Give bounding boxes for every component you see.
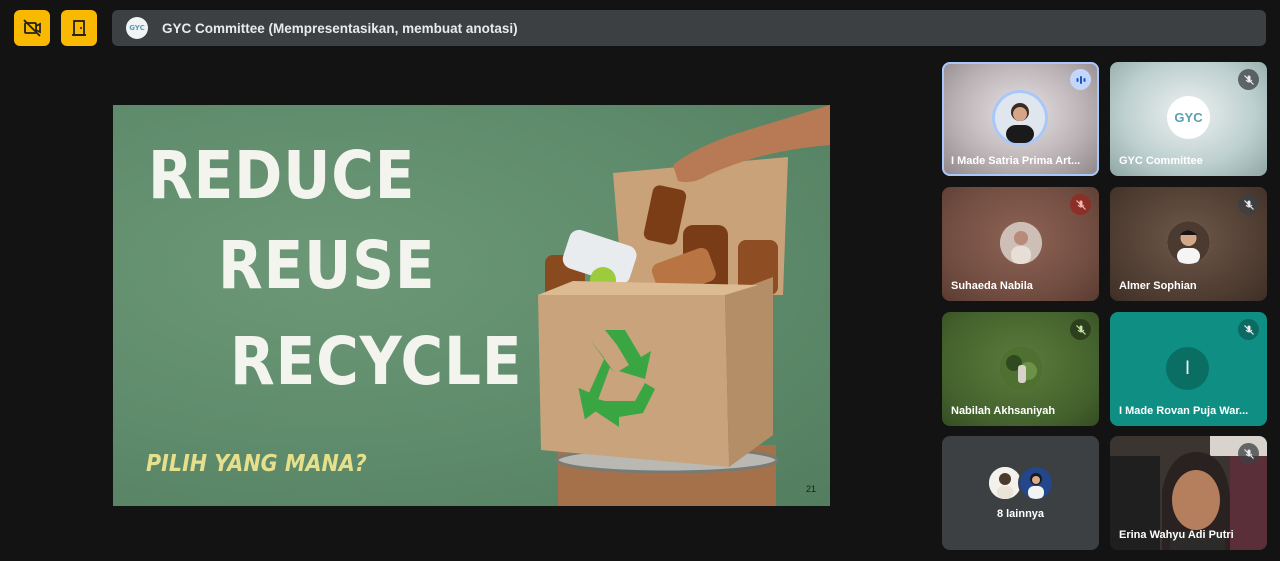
presentation-title: GYC Committee (Mempresentasikan, membuat… xyxy=(162,20,518,36)
mic-off-icon xyxy=(1243,199,1254,210)
shared-slide: REDUCE REUSE RECYCLE PILIH YANG MANA? 21 xyxy=(113,105,830,506)
muted-indicator xyxy=(1238,194,1259,215)
slide-page-number: 21 xyxy=(805,484,816,494)
audio-level-icon xyxy=(1076,75,1085,84)
participant-tile[interactable]: Erina Wahyu Adi Putri xyxy=(1110,436,1267,550)
participant-name: I Made Rovan Puja War... xyxy=(1119,405,1249,417)
others-count-label: 8 lainnya xyxy=(996,508,1045,520)
others-tile[interactable]: 8 lainnya xyxy=(942,436,1099,550)
slide-word-reduce: REDUCE xyxy=(148,137,416,214)
mic-off-icon xyxy=(1243,74,1254,85)
presenter-logo: GYC xyxy=(126,17,148,39)
presentation-bar[interactable]: GYC GYC Committee (Mempresentasikan, mem… xyxy=(112,10,1266,46)
participant-tile[interactable]: Suhaeda Nabila xyxy=(942,187,1099,301)
participant-name: I Made Satria Prima Art... xyxy=(951,155,1081,167)
leave-button[interactable] xyxy=(61,10,97,46)
slide-word-recycle: RECYCLE xyxy=(230,323,523,400)
recycle-box-illustration xyxy=(538,105,830,506)
meeting-window: GYC GYC Committee (Mempresentasikan, mem… xyxy=(0,0,1280,561)
participant-name: Erina Wahyu Adi Putri xyxy=(1119,529,1234,541)
avatar: I xyxy=(1166,347,1209,390)
participant-name: Suhaeda Nabila xyxy=(951,280,1033,292)
mic-off-icon xyxy=(1075,199,1086,210)
participant-tile[interactable]: I I Made Rovan Puja War... xyxy=(1110,312,1267,426)
avatar xyxy=(992,90,1048,146)
logo-text: GYC xyxy=(129,24,145,32)
hide-self-video-button[interactable] xyxy=(14,10,50,46)
slide-word-reuse: REUSE xyxy=(218,227,436,304)
avatar xyxy=(1000,347,1042,389)
muted-indicator xyxy=(1238,443,1259,464)
slide-question: PILIH YANG MANA? xyxy=(146,451,367,477)
avatar xyxy=(1167,221,1210,264)
participant-name: Almer Sophian xyxy=(1119,280,1197,292)
muted-indicator xyxy=(1070,194,1091,215)
avatar-initial: I xyxy=(1184,357,1191,379)
mic-off-icon xyxy=(1075,324,1086,335)
muted-indicator xyxy=(1238,319,1259,340)
participant-tile[interactable]: Nabilah Akhsaniyah xyxy=(942,312,1099,426)
participant-name: Nabilah Akhsaniyah xyxy=(951,405,1056,417)
participant-name: GYC Committee xyxy=(1119,155,1203,167)
participant-tile[interactable]: I Made Satria Prima Art... xyxy=(942,62,1099,176)
logo-text: GYC xyxy=(1174,110,1203,125)
avatar xyxy=(1000,222,1042,264)
avatar: GYC xyxy=(1167,96,1210,139)
mic-off-icon xyxy=(1243,448,1254,459)
avatar xyxy=(1018,465,1054,501)
participant-tile[interactable]: GYC GYC Committee xyxy=(1110,62,1267,176)
participant-tile[interactable]: Almer Sophian xyxy=(1110,187,1267,301)
speaking-indicator xyxy=(1070,69,1091,90)
door-exit-icon xyxy=(72,20,86,36)
muted-indicator xyxy=(1070,319,1091,340)
muted-indicator xyxy=(1238,69,1259,90)
video-off-icon xyxy=(23,19,41,37)
mic-off-icon xyxy=(1243,324,1254,335)
